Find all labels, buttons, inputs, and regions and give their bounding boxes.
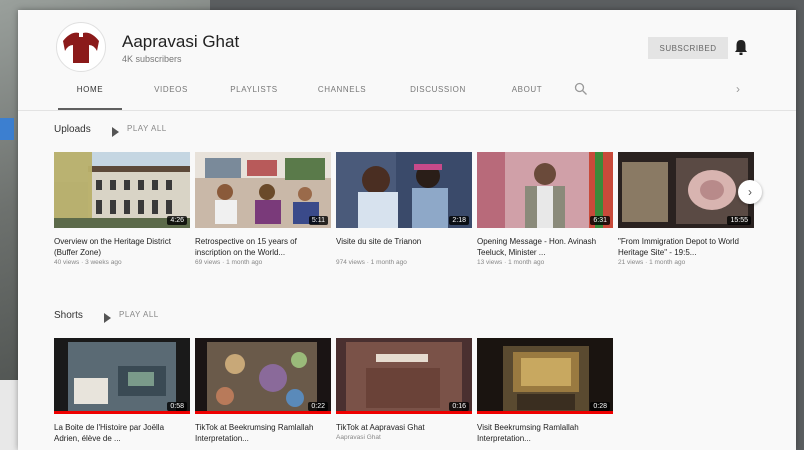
short-thumbnail[interactable]: 0:58 bbox=[54, 338, 190, 414]
short-title[interactable]: Visit Beekrumsing Ramlallah Interpretati… bbox=[477, 422, 613, 444]
video-meta: 21 views · 1 month ago bbox=[618, 259, 686, 266]
uploads-section-header: Uploads PLAY ALL bbox=[54, 124, 254, 142]
short-card[interactable]: 0:28 Visit Beekrumsing Ramlallah Interpr… bbox=[477, 338, 613, 450]
header-divider bbox=[18, 110, 796, 111]
youtube-channel-window: Aapravasi Ghat 4K subscribers SUBSCRIBED… bbox=[18, 10, 796, 450]
subscriber-count: 4K subscribers bbox=[122, 54, 182, 64]
video-card[interactable]: 5:11 Retrospective on 15 years of inscri… bbox=[195, 152, 331, 272]
channel-header: Aapravasi Ghat 4K subscribers SUBSCRIBED… bbox=[18, 10, 796, 110]
channel-title: Aapravasi Ghat bbox=[122, 32, 240, 51]
uploads-title: Uploads bbox=[54, 124, 91, 135]
short-thumbnail[interactable]: 0:28 bbox=[477, 338, 613, 414]
channel-tabs: HOME VIDEOS PLAYLISTS CHANNELS DISCUSSIO… bbox=[58, 82, 778, 110]
watched-progress-bar bbox=[54, 411, 190, 414]
subscribe-button[interactable]: SUBSCRIBED bbox=[648, 37, 728, 59]
background-app-strip bbox=[0, 118, 14, 140]
video-card[interactable]: 6:31 Opening Message - Hon. Avinash Teel… bbox=[477, 152, 613, 272]
video-duration: 5:11 bbox=[308, 216, 328, 225]
video-duration: 15:55 bbox=[727, 216, 751, 225]
video-meta: 13 views · 1 month ago bbox=[477, 259, 545, 266]
short-card[interactable]: 0:16 TikTok at Aapravasi Ghat Aapravasi … bbox=[336, 338, 472, 450]
play-all-icon[interactable] bbox=[104, 313, 111, 323]
tab-videos[interactable]: VIDEOS bbox=[146, 82, 196, 108]
video-title[interactable]: Retrospective on 15 years of inscription… bbox=[195, 236, 331, 258]
video-thumbnail[interactable]: 4:26 bbox=[54, 152, 190, 228]
short-thumbnail[interactable]: 0:22 bbox=[195, 338, 331, 414]
shorts-title: Shorts bbox=[54, 310, 83, 321]
short-title[interactable]: TikTok at Aapravasi Ghat bbox=[336, 422, 472, 433]
watched-progress-bar bbox=[195, 411, 331, 414]
channel-logo-icon bbox=[63, 32, 99, 63]
video-title[interactable]: Overview on the Heritage District (Buffe… bbox=[54, 236, 190, 258]
tab-channels[interactable]: CHANNELS bbox=[310, 82, 374, 108]
short-card[interactable]: 0:22 TikTok at Beekrumsing Ramlallah Int… bbox=[195, 338, 331, 450]
video-title[interactable]: "From Immigration Depot to World Heritag… bbox=[618, 236, 754, 258]
short-meta: Aapravasi Ghat bbox=[336, 434, 381, 441]
tab-about[interactable]: ABOUT bbox=[502, 82, 552, 108]
video-title[interactable]: Opening Message - Hon. Avinash Teeluck, … bbox=[477, 236, 613, 258]
tabs-chevron-right-icon[interactable]: › bbox=[736, 82, 748, 98]
shorts-play-all-button[interactable]: PLAY ALL bbox=[119, 310, 159, 319]
video-meta: 40 views · 3 weeks ago bbox=[54, 259, 122, 266]
short-title[interactable]: La Boite de l'Histoire par Joëlla Adrien… bbox=[54, 422, 190, 444]
notification-bell-icon[interactable] bbox=[734, 37, 748, 57]
channel-search-icon[interactable] bbox=[574, 82, 590, 98]
short-duration: 0:22 bbox=[308, 402, 328, 411]
watched-progress-bar bbox=[336, 411, 472, 414]
video-meta: 69 views · 1 month ago bbox=[195, 259, 263, 266]
short-title[interactable]: TikTok at Beekrumsing Ramlallah Interpre… bbox=[195, 422, 331, 444]
video-thumbnail[interactable]: 2:18 bbox=[336, 152, 472, 228]
channel-avatar[interactable] bbox=[56, 22, 106, 72]
tab-discussion[interactable]: DISCUSSION bbox=[402, 82, 474, 108]
video-card[interactable]: 4:26 Overview on the Heritage District (… bbox=[54, 152, 190, 272]
tab-playlists[interactable]: PLAYLISTS bbox=[224, 82, 284, 108]
short-thumbnail[interactable]: 0:16 bbox=[336, 338, 472, 414]
video-duration: 4:26 bbox=[167, 216, 187, 225]
watched-progress-bar bbox=[477, 411, 613, 414]
play-all-icon[interactable] bbox=[112, 127, 119, 137]
video-meta: 974 views · 1 month ago bbox=[336, 259, 407, 266]
video-duration: 2:18 bbox=[449, 216, 469, 225]
video-card[interactable]: 2:18 Visite du site de Trianon 974 views… bbox=[336, 152, 472, 272]
carousel-next-button[interactable]: › bbox=[738, 180, 762, 204]
video-duration: 6:31 bbox=[590, 216, 610, 225]
short-duration: 0:16 bbox=[449, 402, 469, 411]
short-duration: 0:58 bbox=[167, 402, 187, 411]
short-card[interactable]: 0:58 La Boite de l'Histoire par Joëlla A… bbox=[54, 338, 190, 450]
video-thumbnail[interactable]: 5:11 bbox=[195, 152, 331, 228]
uploads-play-all-button[interactable]: PLAY ALL bbox=[127, 124, 167, 133]
video-title[interactable]: Visite du site de Trianon bbox=[336, 236, 472, 247]
video-thumbnail[interactable]: 6:31 bbox=[477, 152, 613, 228]
short-duration: 0:28 bbox=[590, 402, 610, 411]
tab-home[interactable]: HOME bbox=[58, 82, 122, 110]
video-thumbnail[interactable]: 15:55 bbox=[618, 152, 754, 228]
shorts-section-header: Shorts PLAY ALL bbox=[54, 310, 254, 328]
video-card[interactable]: 15:55 "From Immigration Depot to World H… bbox=[618, 152, 754, 272]
